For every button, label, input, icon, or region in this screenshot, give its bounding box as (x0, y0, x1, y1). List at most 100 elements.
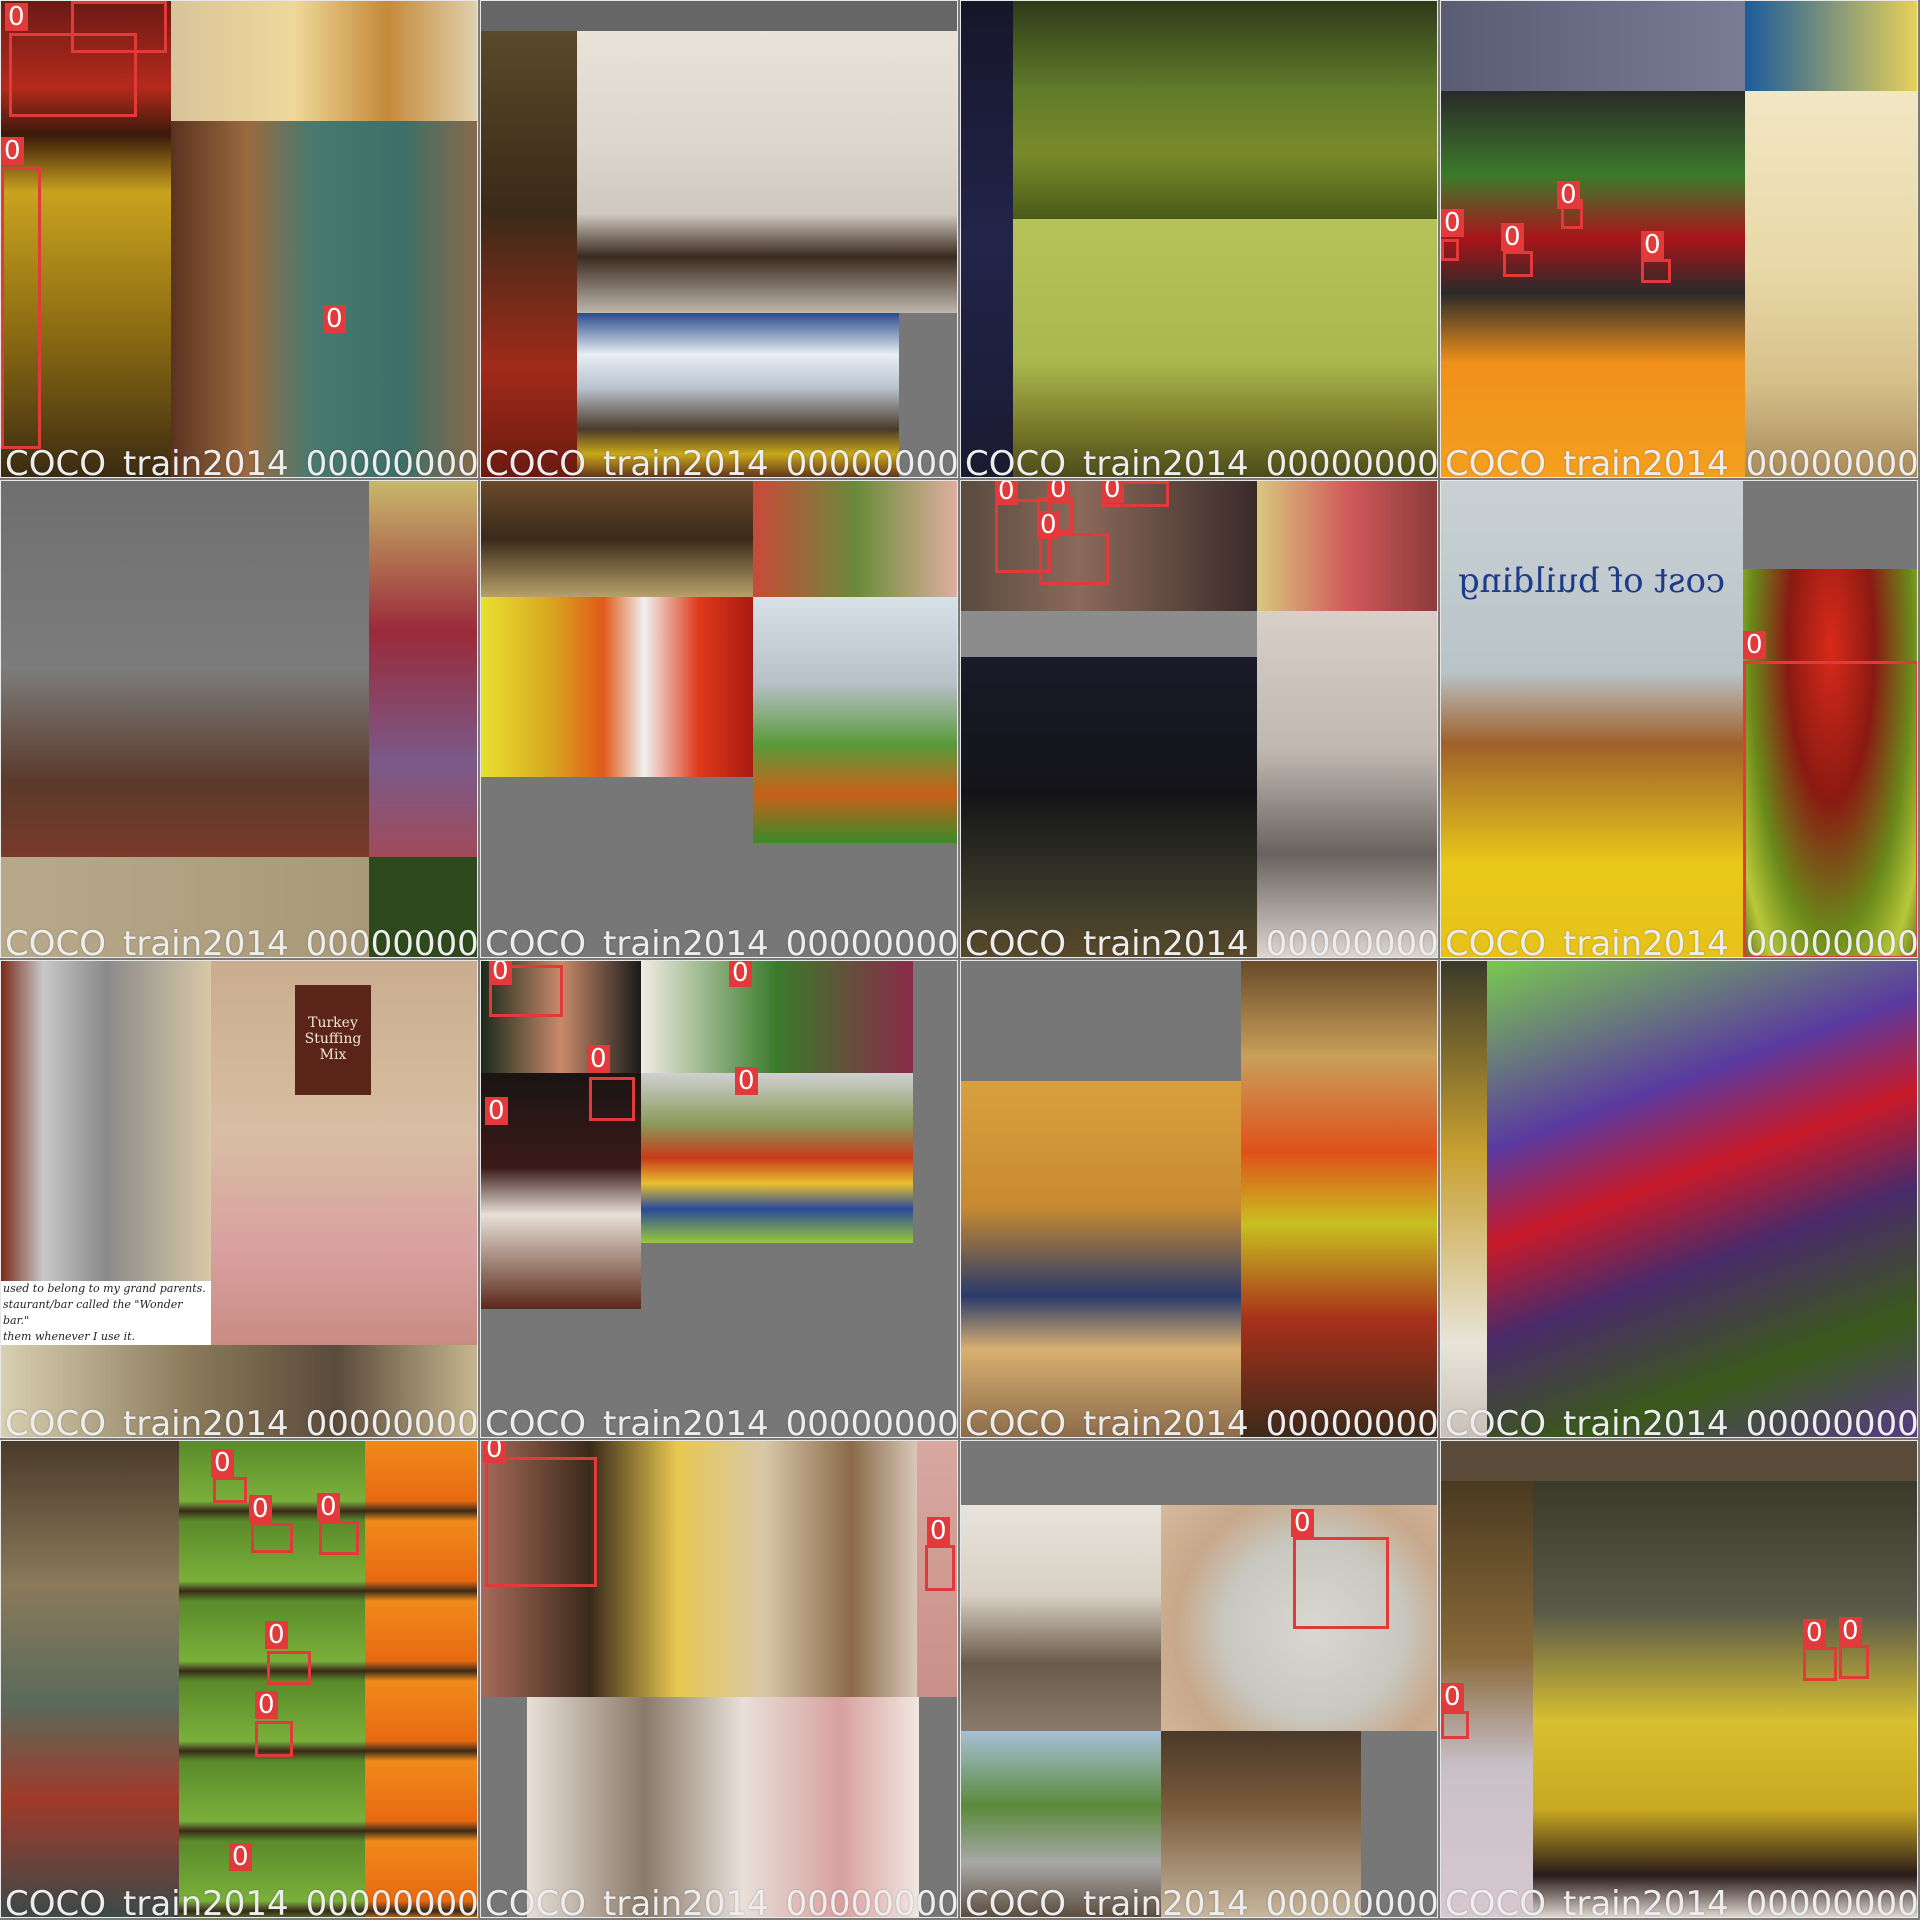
annotation-box (1441, 239, 1459, 261)
annotation-box (71, 1, 167, 53)
photo-lemon-stand (1533, 1481, 1917, 1917)
photo-fruit-seller (481, 597, 753, 777)
mosaic-tile: 0 0 0 0 0 COCO_train2014_000000002892.jp… (480, 960, 958, 1438)
annotation-tag: 0 (255, 1691, 278, 1719)
photo-child-eating (753, 597, 957, 843)
annotation-tag: 0 (1037, 511, 1060, 539)
mosaic-tile: COCO_train2014_000000003242.jpg (960, 0, 1438, 478)
annotation-tag: 0 (1839, 1617, 1862, 1645)
annotation-tag: 0 (927, 1517, 950, 1545)
annotation-tag: 0 (1, 137, 24, 165)
photo-produce-stand (1441, 91, 1745, 477)
photo-floating-market (1, 1441, 179, 1917)
annotation-box (267, 1651, 311, 1685)
padding-band (1743, 481, 1917, 569)
padding-band (961, 1441, 1437, 1505)
tile-caption: COCO_train2014_000000002892.jpg (485, 1404, 958, 1438)
annotation-box (1441, 1711, 1469, 1739)
annotation-box (1641, 259, 1671, 283)
photo-kitchen (1745, 91, 1917, 477)
annotation-box (1503, 251, 1533, 277)
mosaic-tile: 0 0 0 0 COCO_train2014_000000006489.jpg (960, 480, 1438, 958)
photo-grass-shadow (1013, 1, 1437, 219)
annotation-box (1839, 1645, 1869, 1679)
photo-fruit-bowl (1, 481, 369, 857)
annotation-tag: 0 (265, 1621, 288, 1649)
photo-girl-horse (1441, 481, 1743, 957)
annotation-box (251, 1523, 293, 1553)
tile-caption: COCO_train2014_000000001888.jpg (5, 1884, 478, 1918)
mosaic-tile: used to belong to my grand parents. stau… (0, 960, 478, 1438)
caption-area: used to belong to my grand parents. stau… (1, 1281, 211, 1345)
annotation-box (925, 1545, 955, 1591)
annotation-box (1293, 1537, 1389, 1629)
tile-caption: COCO_train2014_000000006753.jpg (965, 1404, 1438, 1438)
mosaic-tile: cost of building 0 COCO_train2014_000000… (1440, 480, 1918, 958)
annotation-box (589, 1077, 635, 1121)
photo-kitchen-island (481, 481, 753, 597)
photo-oranges-crates (365, 1441, 477, 1917)
padding-band (961, 611, 1257, 657)
caption-line: staurant/bar called the "Wonder bar." (3, 1298, 183, 1327)
photo-fruit-market (641, 1073, 913, 1243)
annotation-tag: 0 (587, 1045, 610, 1073)
annotation-tag: 0 (229, 1843, 252, 1871)
mosaic-tile: 0 COCO_train2014_000000006790.jpg (960, 1440, 1438, 1918)
annotation-box (319, 1521, 359, 1555)
stuffing-box: Turkey Stuffing Mix (295, 985, 371, 1095)
tile-caption: COCO_train2014_000000000 (1445, 1884, 1918, 1918)
photo-dollhouse-stairs (171, 121, 477, 477)
padding-band (481, 1, 957, 31)
annotation-tag: 0 (1557, 181, 1580, 209)
annotation-tag: 0 (729, 961, 752, 987)
mosaic-tile: 0 0 0 0 COCO_train2014_000000000 (1440, 0, 1918, 478)
tile-caption: COCO_train2014_000000000670.jpg (5, 444, 478, 478)
photo-blue-yellow (1745, 1, 1917, 91)
annotation-tag: 0 (1803, 1619, 1826, 1647)
photo-kitchen-2 (961, 1505, 1161, 1731)
annotation-tag: 0 (249, 1495, 272, 1523)
tile-caption: COCO_train2014_000000003610.jpg (485, 444, 958, 478)
tile-caption: COCO_train2014_000000002992.jpg (485, 1884, 958, 1918)
annotation-tag: 0 (1291, 1509, 1314, 1537)
photo-bananas-strip (1441, 961, 1487, 1437)
mosaic-grid: 0 0 0 COCO_train2014_000000000670.jpg CO… (0, 0, 1920, 1920)
tile-caption: COCO_train2014_000000006790.jpg (965, 1884, 1438, 1918)
tile-caption: COCO_train2014_000000000920.jpg (5, 924, 478, 958)
photo-green-room-lamp (1013, 219, 1437, 477)
tile-caption: COCO_train2014_000000000 (1445, 924, 1918, 958)
photo-vegetables (641, 961, 913, 1073)
annotation-box (1743, 661, 1917, 957)
annotation-box (1039, 533, 1109, 585)
photo-turkey-box-apples: Turkey Stuffing Mix (211, 961, 477, 1345)
mosaic-tile: COCO_train2014_000000002429.jpg (480, 480, 958, 958)
mosaic-tile: COCO_train2014_000000003610.jpg (480, 0, 958, 478)
mosaic-tile: 0 0 0 0 0 0 COCO_train2014_000000001888.… (0, 1440, 478, 1918)
annotation-tag: 0 (1101, 481, 1124, 503)
photo-pomegranate (369, 481, 477, 857)
mosaic-tile: 0 0 COCO_train2014_000000002992.jpg (480, 1440, 958, 1918)
photo-jif-jar-apple (961, 657, 1257, 957)
mirrored-sign-text: cost of building (1457, 561, 1725, 601)
photo-dark-strip (961, 1, 1013, 477)
mosaic-tile: COCO_train2014_000000006753.jpg (960, 960, 1438, 1438)
padding-band (961, 961, 1241, 1081)
tile-caption: COCO_train2014_000000002429.jpg (485, 924, 958, 958)
tile-caption: COCO_train2014_000000000400.jpg (5, 1404, 478, 1438)
tile-caption: COCO_train2014_000000000 (1445, 444, 1918, 478)
tile-caption: COCO_train2014_000000003242.jpg (965, 444, 1438, 478)
mosaic-tile: COCO_train2014_000000000920.jpg (0, 480, 478, 958)
tile-caption: COCO_train2014_000000006489.jpg (965, 924, 1438, 958)
annotation-box (213, 1477, 247, 1503)
annotation-tag: 0 (323, 305, 346, 333)
annotation-tag: 0 (1501, 223, 1524, 251)
photo-person-lying (1257, 611, 1437, 957)
annotation-tag: 0 (485, 1097, 508, 1125)
annotation-tag: 0 (1641, 231, 1664, 259)
photo-living-room (577, 31, 957, 313)
annotation-tag: 0 (995, 481, 1018, 505)
photo-pound-cake (961, 1081, 1241, 1437)
annotation-box (255, 1721, 293, 1757)
annotation-tag: 0 (735, 1067, 758, 1095)
annotation-tag: 0 (317, 1493, 340, 1521)
